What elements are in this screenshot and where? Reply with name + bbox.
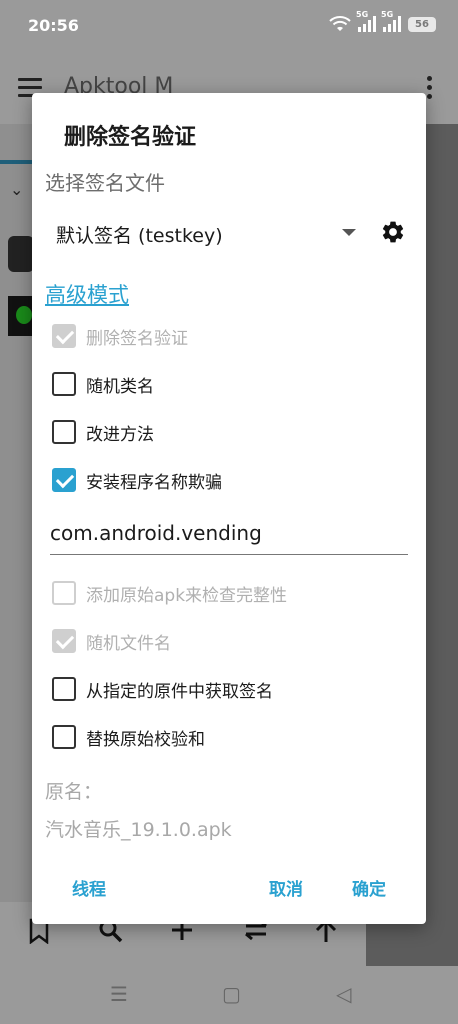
checkbox-icon — [52, 468, 76, 492]
checkbox-improved-method[interactable]: 改进方法 — [52, 417, 154, 447]
status-bar: 20:56 5G 5G 56 — [0, 0, 458, 52]
signal-icon: 5G — [356, 10, 376, 32]
status-icons: 5G 5G 56 — [329, 10, 436, 32]
checkbox-label: 添加原始apk来检查完整性 — [86, 585, 288, 606]
checkbox-installer-spoofing[interactable]: 安装程序名称欺骗 — [52, 465, 222, 495]
checkbox-label: 从指定的原件中获取签名 — [86, 681, 273, 702]
home-nav-icon[interactable]: ▢ — [222, 982, 241, 1006]
checkbox-random-file-names: 随机文件名 — [52, 626, 171, 656]
checkbox-label: 随机文件名 — [86, 633, 171, 654]
checkbox-icon — [52, 677, 76, 701]
cancel-button[interactable]: 取消 — [269, 875, 303, 900]
more-options-icon[interactable] — [427, 76, 432, 103]
dropdown-arrow-icon — [342, 229, 356, 236]
signature-select[interactable]: 默认签名 (testkey) — [56, 217, 356, 251]
apk-thumbnail — [8, 296, 34, 336]
battery-icon: 56 — [408, 16, 436, 32]
checkbox-signature-from-original[interactable]: 从指定的原件中获取签名 — [52, 674, 273, 704]
checkbox-label: 删除签名验证 — [86, 328, 188, 349]
original-name-label: 原名： — [45, 781, 103, 803]
system-nav-bar: ☰ ▢ ◁ — [0, 966, 458, 1024]
checkbox-add-original-apk: 添加原始apk来检查完整性 — [52, 578, 287, 608]
ok-button[interactable]: 确定 — [352, 875, 386, 900]
menu-nav-icon[interactable]: ☰ — [110, 982, 128, 1006]
checkbox-label: 替换原始校验和 — [86, 729, 205, 750]
signature-selected-value: 默认签名 (testkey) — [56, 225, 223, 247]
checkbox-label: 随机类名 — [86, 376, 154, 397]
checkbox-icon — [52, 725, 76, 749]
installer-package-input[interactable]: com.android.vending — [50, 517, 408, 555]
folder-icon — [8, 236, 34, 272]
checkbox-replace-checksum[interactable]: 替换原始校验和 — [52, 722, 205, 752]
remove-signature-dialog: 删除签名验证 选择签名文件 默认签名 (testkey) 高级模式 删除签名验证… — [32, 93, 426, 924]
wifi-icon — [329, 16, 351, 31]
back-nav-icon[interactable]: ◁ — [336, 982, 351, 1006]
checkbox-icon — [52, 581, 76, 605]
gear-icon[interactable] — [380, 219, 406, 245]
status-time: 20:56 — [28, 16, 79, 35]
signal-icon: 5G — [381, 10, 401, 32]
checkbox-label: 改进方法 — [86, 424, 154, 445]
signature-section-label: 选择签名文件 — [45, 171, 165, 195]
checkbox-remove-signature-verification: 删除签名验证 — [52, 321, 188, 351]
checkbox-icon — [52, 324, 76, 348]
checkbox-icon — [52, 629, 76, 653]
checkbox-icon — [52, 372, 76, 396]
advanced-mode-link[interactable]: 高级模式 — [45, 279, 129, 309]
original-name-value: 汽水音乐_19.1.0.apk — [45, 819, 232, 841]
signal-type-label: 5G — [381, 10, 394, 19]
thread-button[interactable]: 线程 — [72, 875, 106, 900]
checkbox-random-class-names[interactable]: 随机类名 — [52, 369, 154, 399]
signal-type-label: 5G — [356, 10, 369, 19]
chevron-down-icon: ⌄ — [10, 180, 24, 199]
checkbox-icon — [52, 420, 76, 444]
dialog-title: 删除签名验证 — [64, 125, 197, 150]
checkbox-label: 安装程序名称欺骗 — [86, 472, 222, 493]
